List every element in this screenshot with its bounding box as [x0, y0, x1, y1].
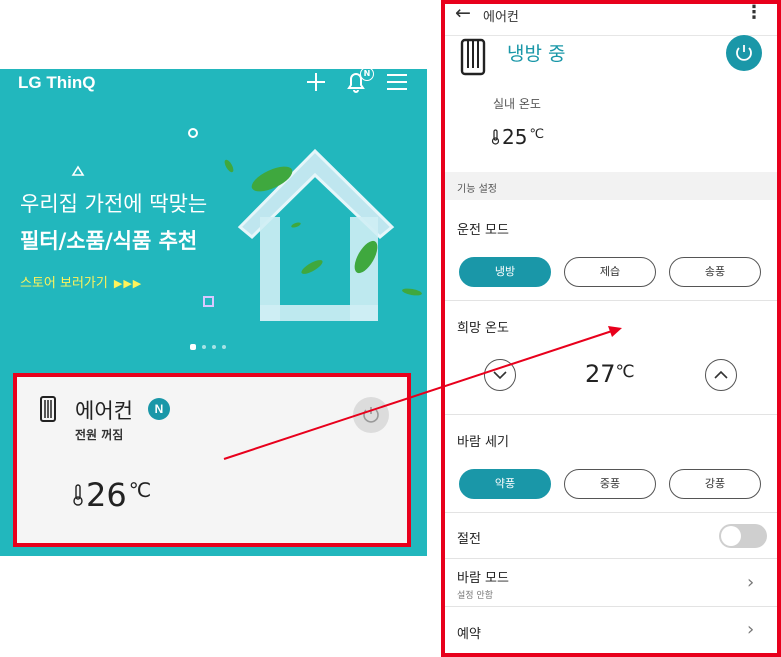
indoor-temp-unit: ℃	[529, 127, 545, 142]
power-icon	[736, 45, 752, 61]
temp-down-button[interactable]	[484, 359, 516, 391]
fan-speed-label: 바람 세기	[457, 435, 509, 450]
mode-dry-button[interactable]: 제습	[564, 257, 656, 287]
fan-high-button[interactable]: 강풍	[669, 469, 761, 499]
more-options-icon[interactable]: ⋮	[745, 2, 763, 23]
power-saving-label: 절전	[457, 532, 481, 547]
target-temp-unit: ℃	[615, 362, 635, 382]
aircon-icon	[459, 38, 487, 80]
banner-line1: 우리집 가전에 딱맞는	[20, 192, 208, 216]
carousel-dot[interactable]	[202, 345, 206, 349]
divider	[441, 414, 781, 415]
thermometer-icon	[491, 129, 500, 145]
mode-cool-button[interactable]: 냉방	[459, 257, 551, 287]
divider	[441, 606, 781, 607]
target-temperature: 27 ℃	[585, 360, 635, 388]
mode-fan-button[interactable]: 송풍	[669, 257, 761, 287]
target-temp-value: 27	[585, 360, 616, 388]
store-link[interactable]: 스토어 보러가기 ▶▶▶	[20, 272, 142, 291]
highlight-box-card	[13, 373, 411, 547]
reservation-label[interactable]: 예약	[457, 623, 481, 642]
divider	[441, 300, 781, 301]
chevron-right-icon[interactable]: ›	[747, 619, 754, 640]
home-top-bar: LG ThinQ N	[0, 69, 427, 99]
back-arrow-icon[interactable]: ←	[455, 2, 471, 24]
detail-title: 에어컨	[483, 10, 519, 25]
indoor-temperature: 25 ℃	[491, 125, 544, 149]
temp-up-button[interactable]	[705, 359, 737, 391]
plus-icon[interactable]	[305, 71, 327, 97]
chevron-right-icon[interactable]: ›	[747, 572, 754, 593]
indoor-temp-label: 실내 온도	[493, 97, 541, 111]
banner-line2: 필터/소품/식품 추천	[20, 229, 198, 253]
notification-badge: N	[360, 69, 374, 81]
chevron-up-icon	[714, 370, 728, 379]
divider	[441, 512, 781, 513]
wind-mode-label[interactable]: 바람 모드	[457, 567, 509, 586]
fan-mid-button[interactable]: 중풍	[564, 469, 656, 499]
section-label: 기능 설정	[457, 184, 497, 195]
carousel-dot-active[interactable]	[190, 344, 196, 350]
power-saving-toggle[interactable]	[719, 524, 767, 548]
power-button[interactable]	[726, 35, 762, 71]
fan-low-button[interactable]: 약풍	[459, 469, 551, 499]
chevron-down-icon	[493, 371, 507, 380]
operation-status: 냉방 중	[507, 43, 566, 65]
mode-label: 운전 모드	[457, 223, 509, 238]
divider	[441, 558, 781, 559]
store-link-label: 스토어 보러가기	[20, 276, 108, 291]
menu-icon[interactable]	[386, 71, 408, 97]
aircon-detail-screen: ← 에어컨 ⋮ 냉방 중 실내 온도 25 ℃ 기능 설정 운전 모드 냉방 제…	[441, 0, 781, 657]
carousel-dot[interactable]	[212, 345, 216, 349]
carousel-indicator[interactable]	[190, 344, 226, 350]
toggle-knob	[721, 526, 741, 546]
arrow-icons: ▶▶▶	[113, 277, 143, 290]
target-temp-label: 희망 온도	[457, 321, 509, 336]
indoor-temp-value: 25	[502, 125, 528, 149]
detail-top-bar: ← 에어컨 ⋮	[441, 0, 781, 36]
app-title: LG ThinQ	[18, 73, 96, 92]
section-header: 기능 설정	[441, 172, 781, 200]
wind-mode-value: 설정 안함	[457, 591, 493, 601]
carousel-dot[interactable]	[222, 345, 226, 349]
